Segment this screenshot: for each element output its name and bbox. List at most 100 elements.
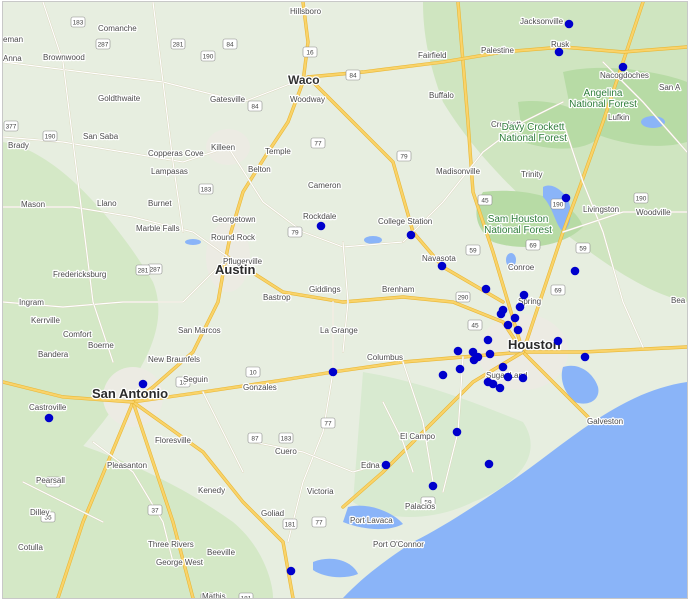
highway-shield-label: 79 bbox=[291, 229, 299, 236]
location-marker[interactable] bbox=[580, 352, 590, 362]
location-marker[interactable] bbox=[485, 349, 495, 359]
highway-shield-icon: 16 bbox=[302, 46, 318, 58]
location-marker[interactable] bbox=[406, 230, 416, 240]
city-label: Beeville bbox=[207, 548, 236, 557]
location-marker[interactable] bbox=[438, 370, 448, 380]
highway-shield-label: 287 bbox=[98, 41, 109, 48]
location-marker[interactable] bbox=[564, 19, 574, 29]
city-label: Cameron bbox=[308, 181, 341, 190]
highway-shield-icon: 183 bbox=[198, 183, 214, 195]
city-label: Lufkin bbox=[608, 113, 629, 122]
city-label: Rusk bbox=[551, 40, 570, 49]
city-label: Bastrop bbox=[263, 293, 291, 302]
highway-shield-label: 69 bbox=[529, 242, 537, 249]
location-marker[interactable] bbox=[570, 266, 580, 276]
city-label: Palacios bbox=[405, 502, 435, 511]
city-label: Brenham bbox=[382, 285, 415, 294]
city-label: Gonzales bbox=[243, 383, 277, 392]
location-marker[interactable] bbox=[483, 335, 493, 345]
highway-shield-label: 190 bbox=[45, 133, 56, 140]
highway-shield-label: 37 bbox=[151, 507, 159, 514]
city-label: Ingram bbox=[19, 298, 44, 307]
location-marker[interactable] bbox=[381, 460, 391, 470]
city-label: Bea bbox=[671, 296, 686, 305]
city-label: Anna bbox=[3, 54, 22, 63]
location-marker[interactable] bbox=[519, 290, 529, 300]
location-marker[interactable] bbox=[553, 336, 563, 346]
highway-shield-label: 377 bbox=[6, 123, 17, 130]
location-marker[interactable] bbox=[518, 373, 528, 383]
location-marker[interactable] bbox=[618, 62, 628, 72]
city-label: New Braunfels bbox=[148, 355, 200, 364]
city-label: Round Rock bbox=[211, 233, 256, 242]
location-marker[interactable] bbox=[510, 313, 520, 323]
city-label: Madisonville bbox=[436, 167, 481, 176]
texas-map[interactable]: 183 287 84 281 377 190 84 190 79 77 183 79 45 190 59 19… bbox=[3, 2, 687, 598]
location-marker[interactable] bbox=[484, 459, 494, 469]
highway-shield-icon: 77 bbox=[311, 516, 327, 528]
city-label: Gatesville bbox=[210, 95, 246, 104]
city-label: Bandera bbox=[38, 350, 69, 359]
location-marker[interactable] bbox=[469, 355, 479, 365]
city-label: San Saba bbox=[83, 132, 119, 141]
location-marker[interactable] bbox=[496, 309, 506, 319]
highway-shield-label: 69 bbox=[554, 287, 562, 294]
highway-shield-icon: 79 bbox=[396, 150, 412, 162]
city-label: San A bbox=[659, 83, 681, 92]
city-label: El Campo bbox=[400, 432, 436, 441]
city-label: Woodway bbox=[290, 95, 325, 104]
city-label: La Grange bbox=[320, 326, 358, 335]
highway-shield-icon: 287 bbox=[95, 38, 111, 50]
highway-shield-label: 87 bbox=[251, 435, 259, 442]
location-marker[interactable] bbox=[428, 481, 438, 491]
highway-shield-icon: 183 bbox=[278, 432, 294, 444]
city-label: Pearsall bbox=[36, 476, 65, 485]
location-marker[interactable] bbox=[513, 325, 523, 335]
city-label: Mathis bbox=[202, 592, 226, 598]
highway-shield-icon: 190 bbox=[633, 192, 649, 204]
location-marker[interactable] bbox=[554, 47, 564, 57]
city-label: Houston bbox=[508, 337, 561, 352]
city-label: Burnet bbox=[148, 199, 172, 208]
highway-shield-icon: 45 bbox=[477, 194, 493, 206]
city-label: Marble Falls bbox=[136, 224, 180, 233]
highway-shield-label: 77 bbox=[314, 140, 322, 147]
location-marker[interactable] bbox=[503, 372, 513, 382]
location-marker[interactable] bbox=[481, 284, 491, 294]
highway-shield-icon: 79 bbox=[287, 226, 303, 238]
highway-shield-label: 190 bbox=[553, 201, 564, 208]
location-marker[interactable] bbox=[515, 302, 525, 312]
city-label: Conroe bbox=[508, 263, 535, 272]
city-label: eman bbox=[3, 35, 23, 44]
map-frame[interactable]: 183 287 84 281 377 190 84 190 79 77 183 79 45 190 59 19… bbox=[2, 1, 688, 599]
highway-shield-icon: 281 bbox=[170, 38, 186, 50]
city-label: Woodville bbox=[636, 208, 671, 217]
highway-shield-icon: 181 bbox=[282, 518, 298, 530]
location-marker[interactable] bbox=[44, 413, 54, 423]
location-marker[interactable] bbox=[437, 261, 447, 271]
location-marker[interactable] bbox=[138, 379, 148, 389]
location-marker[interactable] bbox=[286, 566, 296, 576]
location-marker[interactable] bbox=[495, 383, 505, 393]
location-marker[interactable] bbox=[561, 193, 571, 203]
location-marker[interactable] bbox=[455, 364, 465, 374]
city-label: Comanche bbox=[98, 24, 137, 33]
location-marker[interactable] bbox=[453, 346, 463, 356]
location-marker[interactable] bbox=[328, 367, 338, 377]
forest-label: Sam Houston National Forest bbox=[484, 214, 552, 236]
city-label: George West bbox=[156, 558, 204, 567]
highway-shield-icon: 87 bbox=[247, 432, 263, 444]
city-label: San Antonio bbox=[92, 386, 168, 401]
city-label: Trinity bbox=[521, 170, 542, 179]
city-label: Brady bbox=[8, 141, 29, 150]
city-label: Jacksonville bbox=[520, 17, 564, 26]
city-label: Pleasanton bbox=[107, 461, 147, 470]
highway-shield-label: 84 bbox=[226, 41, 234, 48]
location-marker[interactable] bbox=[498, 362, 508, 372]
highway-shield-label: 84 bbox=[349, 72, 357, 79]
city-label: Fairfield bbox=[418, 51, 446, 60]
location-marker[interactable] bbox=[452, 427, 462, 437]
city-label: Victoria bbox=[307, 487, 334, 496]
location-marker[interactable] bbox=[503, 320, 513, 330]
location-marker[interactable] bbox=[316, 221, 326, 231]
